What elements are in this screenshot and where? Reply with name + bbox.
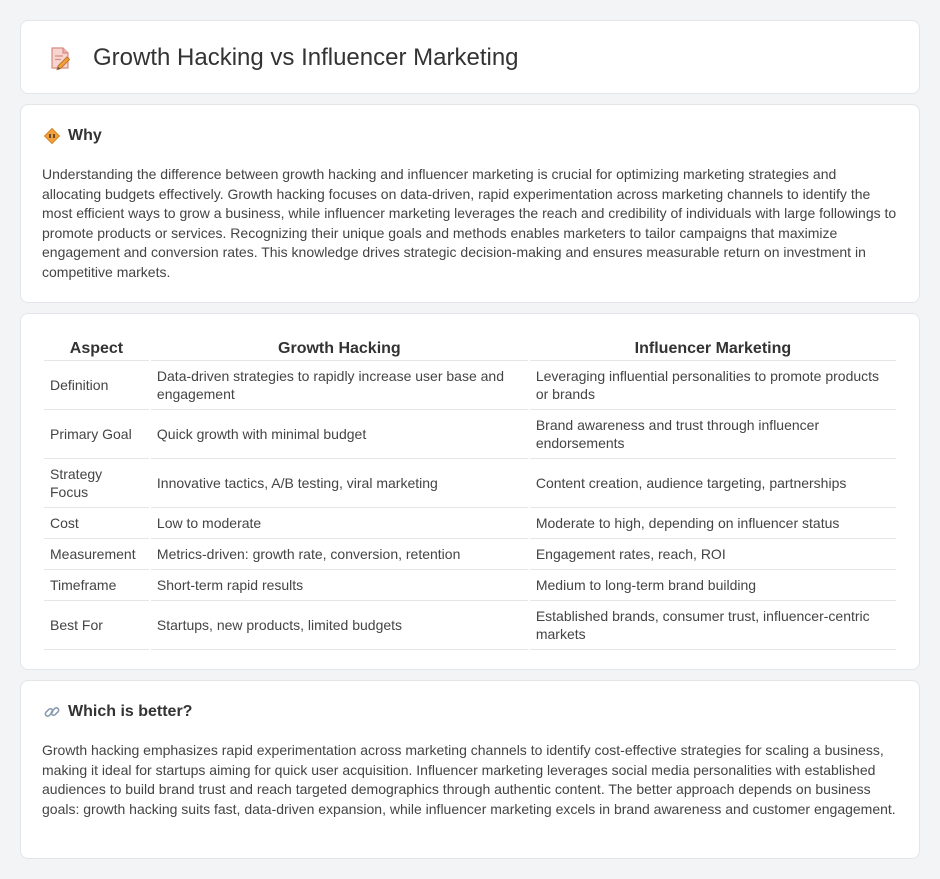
cell-growth-hacking: Startups, new products, limited budgets: [150, 601, 528, 650]
table-header-row: Aspect Growth Hacking Influencer Marketi…: [44, 334, 896, 361]
cell-growth-hacking: Low to moderate: [150, 508, 528, 539]
table-row: Best For Startups, new products, limited…: [44, 601, 896, 650]
cell-influencer-marketing: Leveraging influential personalities to …: [529, 361, 896, 410]
better-title: Which is better?: [68, 703, 193, 720]
table-row: Measurement Metrics-driven: growth rate,…: [44, 539, 896, 570]
title-row: Growth Hacking vs Influencer Marketing: [21, 21, 919, 95]
cell-growth-hacking: Short-term rapid results: [150, 570, 528, 601]
cell-influencer-marketing: Medium to long-term brand building: [529, 570, 896, 601]
table-row: Strategy Focus Innovative tactics, A/B t…: [44, 459, 896, 508]
cell-influencer-marketing: Brand awareness and trust through influe…: [529, 410, 896, 459]
comparison-section: Aspect Growth Hacking Influencer Marketi…: [20, 313, 920, 670]
header-growth-hacking: Growth Hacking: [150, 334, 528, 361]
better-heading: Which is better?: [43, 703, 192, 721]
why-section: Why Understanding the difference between…: [20, 104, 920, 303]
table-row: Cost Low to moderate Moderate to high, d…: [44, 508, 896, 539]
cell-aspect: Measurement: [44, 539, 149, 570]
table-row: Definition Data-driven strategies to rap…: [44, 361, 896, 410]
diamond-icon: [43, 127, 61, 145]
cell-influencer-marketing: Established brands, consumer trust, infl…: [529, 601, 896, 650]
comparison-table: Aspect Growth Hacking Influencer Marketi…: [42, 334, 898, 650]
document-pencil-icon: [51, 47, 71, 71]
better-text: Growth hacking emphasizes rapid experime…: [42, 742, 896, 817]
cell-growth-hacking: Data-driven strategies to rapidly increa…: [150, 361, 528, 410]
cell-growth-hacking: Quick growth with minimal budget: [150, 410, 528, 459]
table-row: Primary Goal Quick growth with minimal b…: [44, 410, 896, 459]
header-influencer-marketing: Influencer Marketing: [529, 334, 896, 361]
link-icon: [44, 707, 60, 717]
cell-aspect: Primary Goal: [44, 410, 149, 459]
cell-influencer-marketing: Engagement rates, reach, ROI: [529, 539, 896, 570]
cell-growth-hacking: Innovative tactics, A/B testing, viral m…: [150, 459, 528, 508]
cell-aspect: Strategy Focus: [44, 459, 149, 508]
table-row: Timeframe Short-term rapid results Mediu…: [44, 570, 896, 601]
why-title: Why: [68, 127, 102, 144]
cell-aspect: Timeframe: [44, 570, 149, 601]
cell-influencer-marketing: Moderate to high, depending on influence…: [529, 508, 896, 539]
cell-influencer-marketing: Content creation, audience targeting, pa…: [529, 459, 896, 508]
cell-aspect: Best For: [44, 601, 149, 650]
header-card: Growth Hacking vs Influencer Marketing: [20, 20, 920, 94]
page-title: Growth Hacking vs Influencer Marketing: [93, 44, 519, 71]
cell-growth-hacking: Metrics-driven: growth rate, conversion,…: [150, 539, 528, 570]
cell-aspect: Cost: [44, 508, 149, 539]
why-heading: Why: [43, 127, 102, 145]
which-is-better-section: Which is better? Growth hacking emphasiz…: [20, 680, 920, 859]
header-aspect: Aspect: [44, 334, 149, 361]
why-text: Understanding the difference between gro…: [42, 166, 897, 280]
cell-aspect: Definition: [44, 361, 149, 410]
